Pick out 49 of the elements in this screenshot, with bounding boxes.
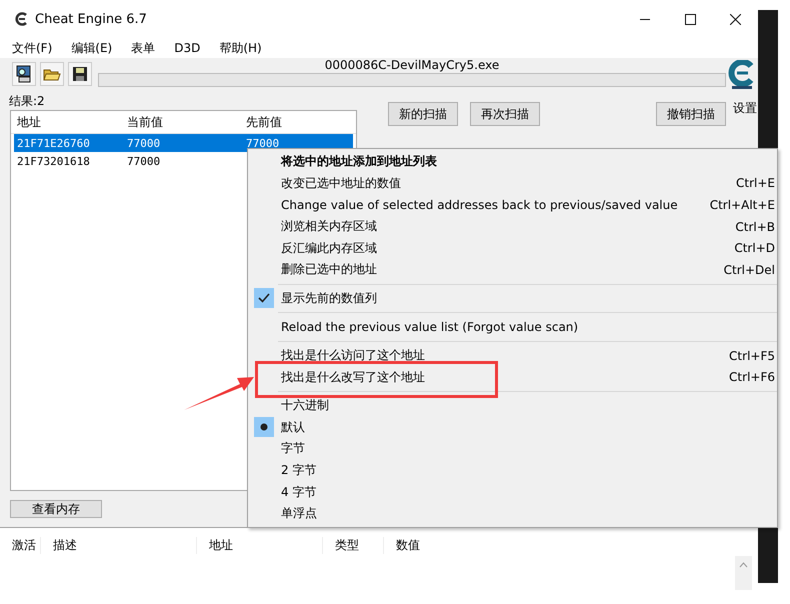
- column-header[interactable]: 当前值: [121, 114, 240, 130]
- menu-item[interactable]: Change value of selected addresses back to previous/saved value: [281, 198, 710, 212]
- menu-item[interactable]: 4 字节: [248, 481, 777, 503]
- shortcut-text: Ctrl+D: [734, 241, 775, 256]
- window-title: Cheat Engine 6.7: [35, 12, 148, 26]
- process-name: 0000086C-DevilMayCry5.exe: [324, 58, 500, 72]
- shortcut-text: Ctrl+E: [736, 176, 775, 190]
- settings-label[interactable]: 设置: [733, 100, 757, 117]
- column-header[interactable]: 类型: [322, 536, 383, 554]
- menu-item[interactable]: 默认: [248, 416, 777, 438]
- menu-item[interactable]: 找出是什么改写了这个地址: [281, 368, 730, 386]
- column-header[interactable]: 激活: [0, 536, 40, 554]
- scan-button[interactable]: 新的扫描: [388, 102, 458, 126]
- menu-item[interactable]: 十六进制: [248, 394, 777, 417]
- save-icon[interactable]: [68, 62, 92, 86]
- shortcut-text: Ctrl+Alt+E: [710, 198, 775, 212]
- menu-item[interactable]: 字节: [248, 438, 777, 460]
- shortcut-text: Ctrl+F5: [729, 348, 775, 363]
- menu-bar-item[interactable]: 表单: [128, 40, 158, 56]
- result-row[interactable]: 21F71E26760 77000 77000: [14, 134, 353, 152]
- menu-bar-item[interactable]: 文件(F): [9, 40, 56, 56]
- menu-item[interactable]: Reload the previous value list (Forgot value scan): [248, 316, 777, 338]
- menu-item[interactable]: 显示先前的数值列: [248, 288, 777, 310]
- column-header[interactable]: 先前值: [240, 114, 356, 130]
- computer-icon[interactable]: [12, 62, 36, 86]
- menu-item[interactable]: 删除已选中的地址: [281, 261, 724, 278]
- menu-item[interactable]: 单浮点: [248, 502, 777, 524]
- view-memory-button[interactable]: 查看内存: [10, 500, 102, 518]
- menu-bar-item[interactable]: 编辑(E): [68, 40, 116, 56]
- column-header[interactable]: 地址: [196, 536, 322, 554]
- scan-button[interactable]: 再次扫描: [470, 102, 540, 126]
- column-header[interactable]: 地址: [11, 114, 121, 130]
- menu-bar-item[interactable]: 帮助(H): [216, 40, 265, 56]
- menu-item[interactable]: 找出是什么访问了这个地址: [281, 347, 730, 364]
- shortcut-text: Ctrl+F6: [729, 370, 775, 384]
- app-logo-icon: [15, 12, 29, 26]
- menu-item[interactable]: 改变已选中地址的数值: [281, 174, 736, 192]
- shortcut-text: Ctrl+B: [735, 220, 775, 234]
- menu-item[interactable]: 2 字节: [248, 460, 777, 482]
- menu-item[interactable]: 反汇编此内存区域: [281, 240, 734, 257]
- shortcut-text: Ctrl+Del: [724, 262, 775, 277]
- app-logo-icon[interactable]: [728, 60, 756, 90]
- column-header[interactable]: 描述: [40, 536, 196, 554]
- result-count: 结果:2: [8, 93, 46, 110]
- menu-item[interactable]: 将选中的地址添加到地址列表: [281, 153, 437, 170]
- menu-bar-item[interactable]: D3D: [171, 41, 204, 55]
- menu-item[interactable]: 浏览相关内存区域: [281, 218, 736, 236]
- folder-icon[interactable]: [40, 62, 64, 86]
- scan-button[interactable]: 撤销扫描: [656, 102, 726, 126]
